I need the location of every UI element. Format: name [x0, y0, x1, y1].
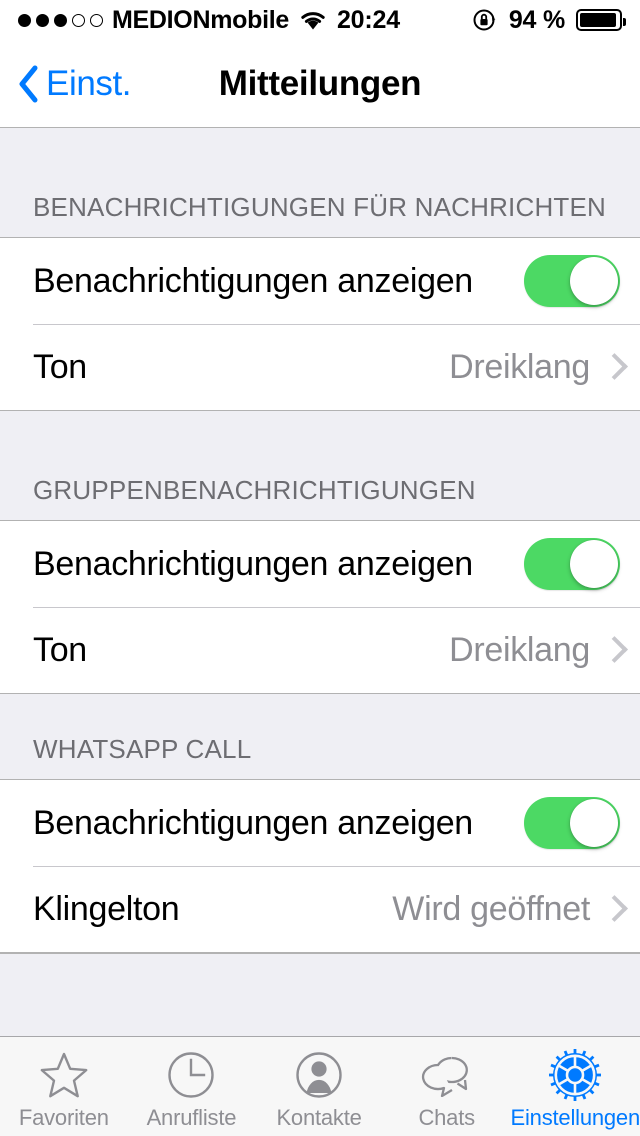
back-button-label: Einst.	[46, 63, 132, 103]
wifi-icon	[301, 12, 325, 30]
row-accessory	[524, 255, 620, 307]
status-bar-right: 94 %	[472, 5, 626, 35]
toggle-knob	[570, 540, 618, 588]
row-label: Benachrichtigungen anzeigen	[33, 803, 473, 842]
tab-label: Favoriten	[18, 1104, 109, 1130]
section-group-group-notifications: Benachrichtigungen anzeigen Ton Dreiklan…	[0, 520, 640, 694]
tab-bar: Favoriten Anrufliste Kontakte Chats Eins…	[0, 1036, 640, 1136]
battery-icon	[576, 9, 626, 31]
status-bar-left: MEDIONmobile 20:24	[18, 6, 400, 35]
tab-chats[interactable]: Chats	[383, 1037, 511, 1136]
gear-icon	[549, 1048, 602, 1101]
row-accessory: Dreiklang	[449, 348, 620, 387]
tab-label: Anrufliste	[146, 1104, 237, 1130]
chevron-right-icon	[604, 895, 620, 923]
chevron-right-icon	[604, 353, 620, 381]
row-label: Benachrichtigungen anzeigen	[33, 261, 473, 300]
row-accessory	[524, 797, 620, 849]
signal-strength-icon	[18, 13, 103, 27]
row-tone-group[interactable]: Ton Dreiklang	[0, 607, 640, 693]
status-bar: MEDIONmobile 20:24 94 %	[0, 0, 640, 40]
person-icon	[294, 1049, 344, 1101]
rotation-lock-icon	[473, 9, 496, 31]
clock-icon	[166, 1049, 216, 1101]
back-button[interactable]: Einst.	[0, 63, 132, 104]
row-tone-messages[interactable]: Ton Dreiklang	[0, 324, 640, 410]
row-label: Ton	[33, 630, 87, 669]
toggle-knob	[570, 799, 618, 847]
row-show-notifications-call[interactable]: Benachrichtigungen anzeigen	[0, 780, 640, 866]
row-accessory: Wird geöffnet	[392, 890, 620, 929]
row-accessory	[524, 538, 620, 590]
row-label: Ton	[33, 347, 87, 386]
row-accessory: Dreiklang	[449, 631, 620, 670]
section-header-group: GRUPPENBENACHRICHTIGUNGEN	[0, 411, 640, 520]
toggle-show-notifications-messages[interactable]	[524, 255, 620, 307]
screen: MEDIONmobile 20:24 94 % Einst. Mitteilun…	[0, 0, 640, 1136]
chevron-right-icon	[604, 636, 620, 664]
row-label: Klingelton	[33, 889, 180, 928]
navigation-bar: Einst. Mitteilungen	[0, 40, 640, 128]
battery-percentage: 94 %	[508, 5, 565, 34]
section-header-messages: BENACHRICHTIGUNGEN FÜR NACHRICHTEN	[0, 128, 640, 237]
row-value: Dreiklang	[449, 630, 590, 669]
row-show-notifications-messages[interactable]: Benachrichtigungen anzeigen	[0, 238, 640, 324]
tab-anrufliste[interactable]: Anrufliste	[128, 1037, 256, 1136]
tab-favoriten[interactable]: Favoriten	[0, 1037, 128, 1136]
settings-list: BENACHRICHTIGUNGEN FÜR NACHRICHTEN Benac…	[0, 128, 640, 1036]
tab-einstellungen[interactable]: Einstellungen	[511, 1037, 640, 1136]
row-show-notifications-group[interactable]: Benachrichtigungen anzeigen	[0, 521, 640, 607]
toggle-knob	[570, 257, 618, 305]
list-footer-spacer	[0, 953, 640, 1001]
toggle-show-notifications-call[interactable]	[524, 797, 620, 849]
toggle-show-notifications-group[interactable]	[524, 538, 620, 590]
tab-kontakte[interactable]: Kontakte	[255, 1037, 383, 1136]
section-group-messages: Benachrichtigungen anzeigen Ton Dreiklan…	[0, 237, 640, 411]
tab-label: Chats	[418, 1104, 475, 1130]
row-value: Wird geöffnet	[392, 889, 590, 928]
carrier-name: MEDIONmobile	[112, 5, 289, 34]
section-header-call: WHATSAPP CALL	[0, 694, 640, 779]
chat-bubbles-icon	[419, 1049, 475, 1101]
row-ringtone-call[interactable]: Klingelton Wird geöffnet	[0, 866, 640, 952]
row-label: Benachrichtigungen anzeigen	[33, 544, 473, 583]
row-value: Dreiklang	[449, 347, 590, 386]
chevron-left-icon	[19, 65, 38, 102]
status-bar-time: 20:24	[336, 5, 400, 34]
tab-label: Kontakte	[276, 1104, 362, 1130]
star-icon	[39, 1049, 89, 1101]
tab-label: Einstellungen	[510, 1104, 640, 1130]
section-group-whatsapp-call: Benachrichtigungen anzeigen Klingelton W…	[0, 779, 640, 953]
